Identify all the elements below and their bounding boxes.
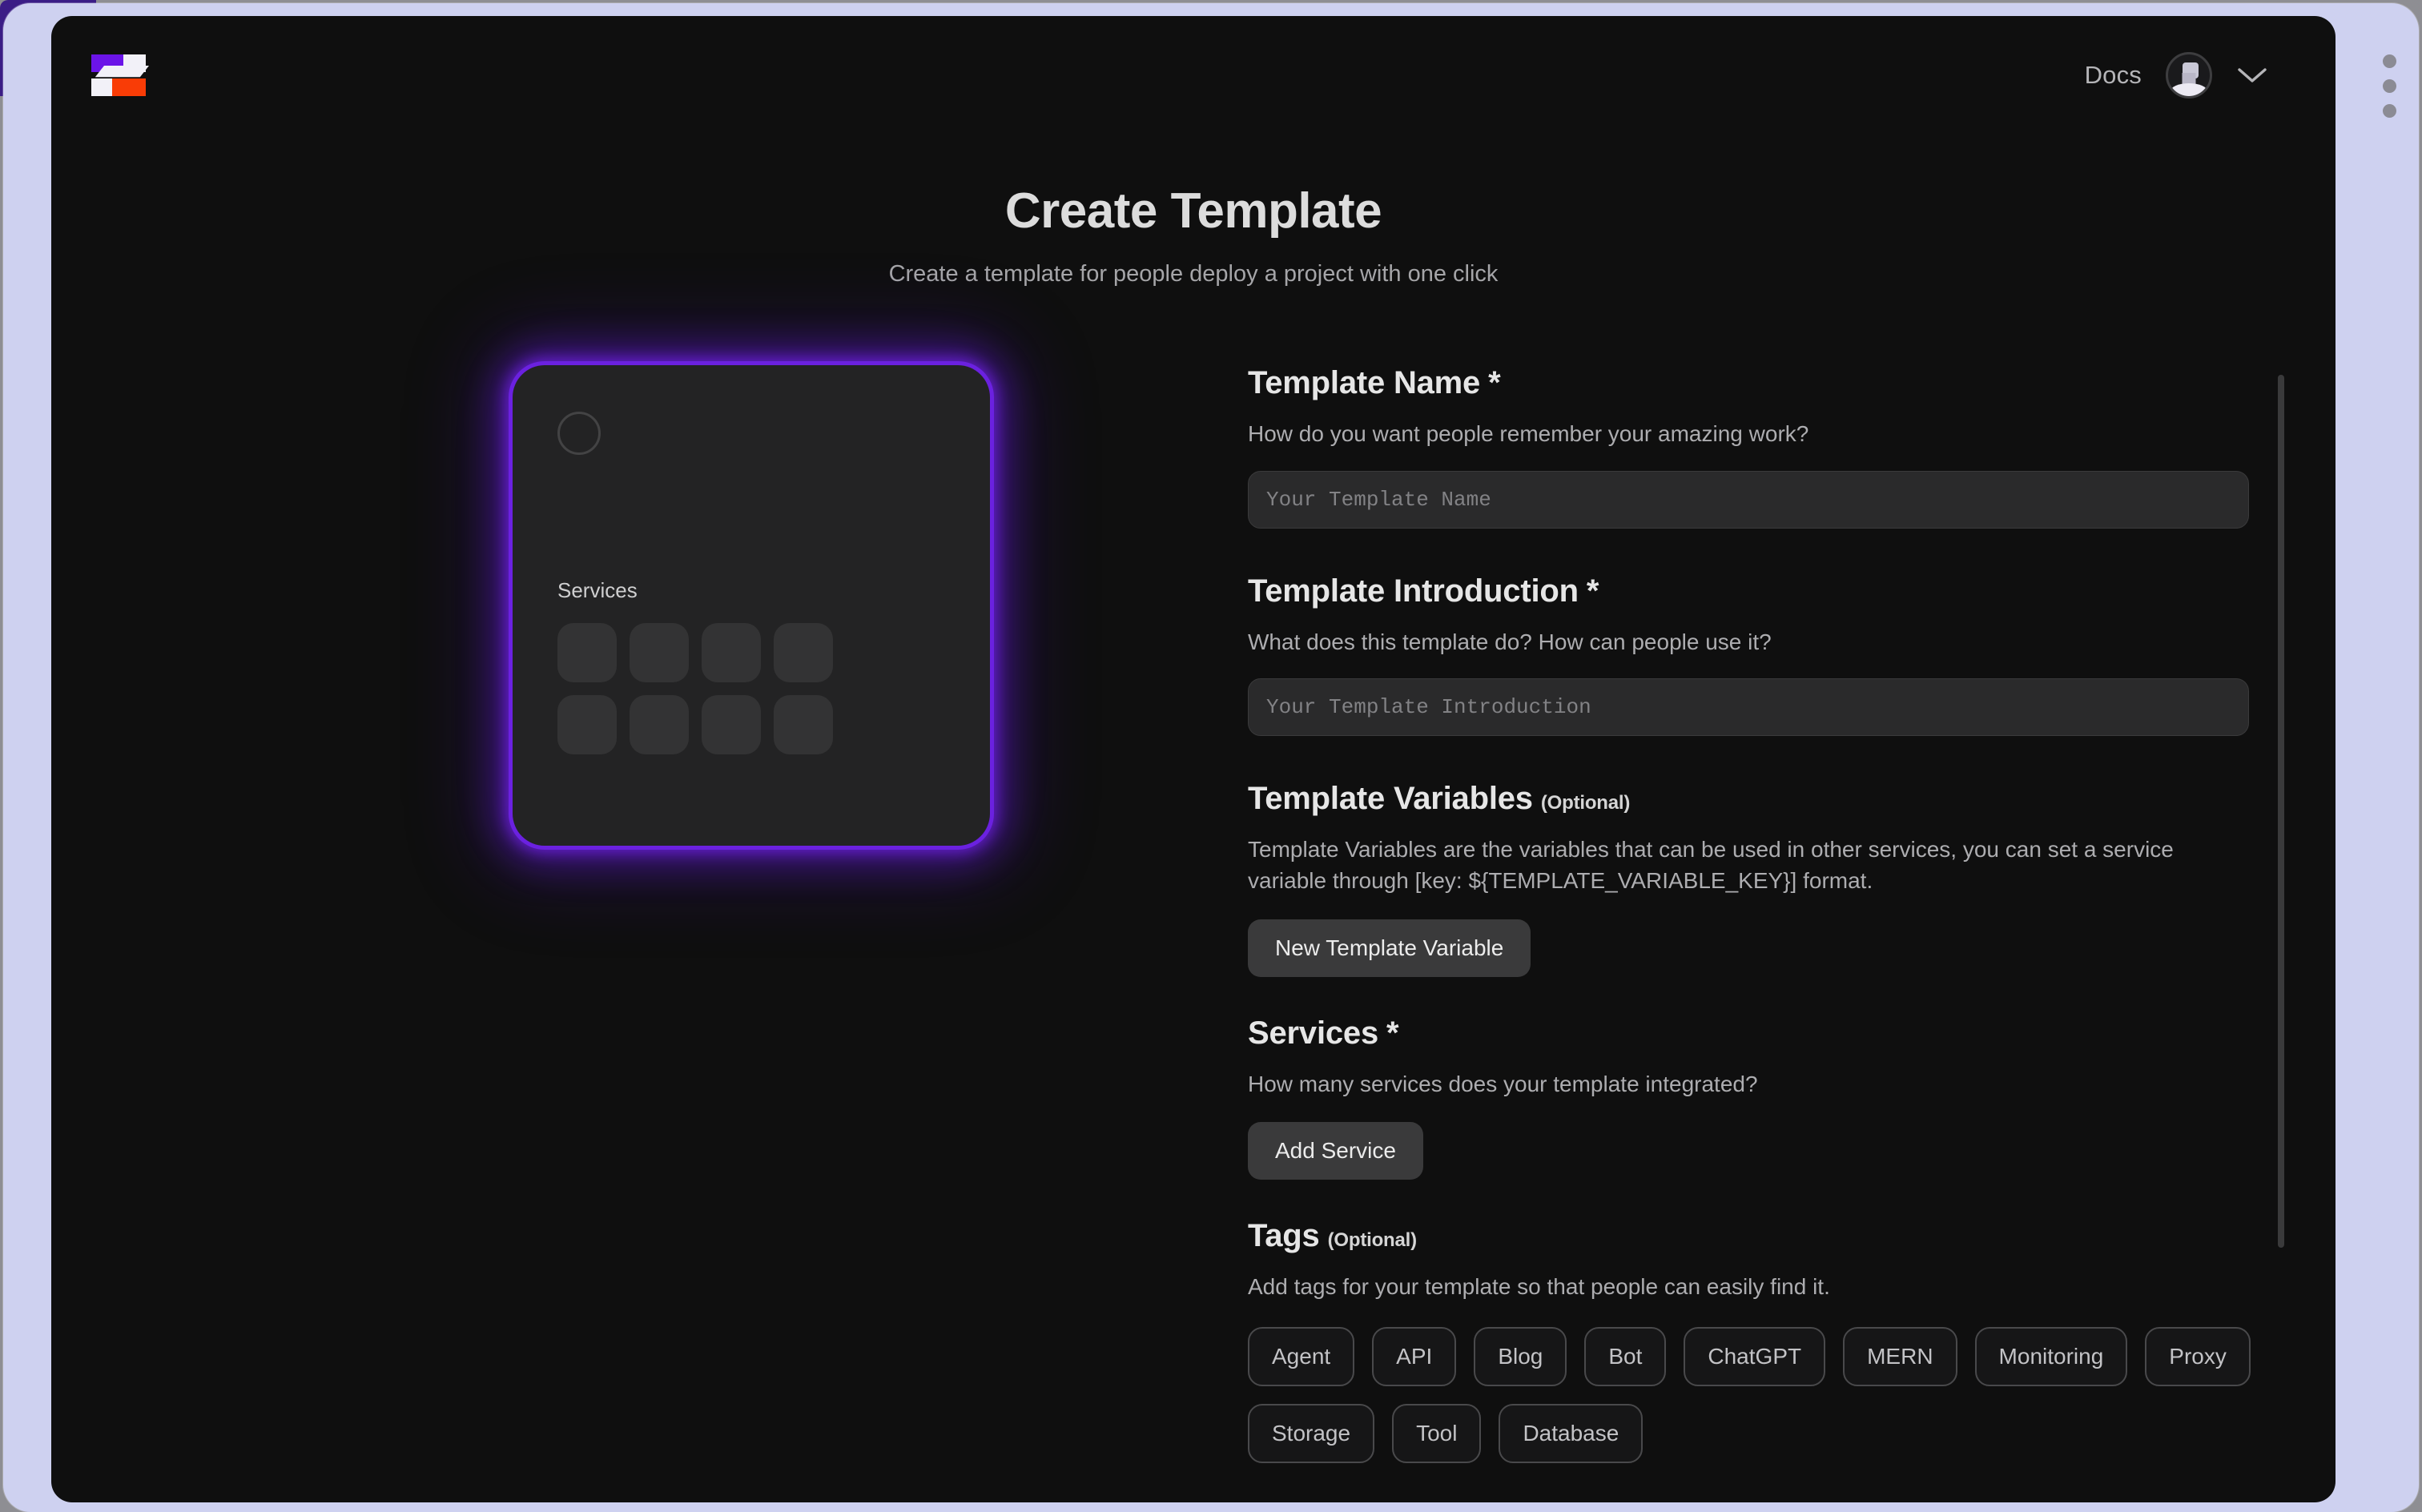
page-title: Create Template xyxy=(1004,183,1382,239)
preview-service-slot xyxy=(774,623,833,682)
new-template-variable-button[interactable]: New Template Variable xyxy=(1248,919,1531,977)
preview-service-slot xyxy=(702,623,761,682)
add-service-button[interactable]: Add Service xyxy=(1248,1122,1423,1180)
docs-link[interactable]: Docs xyxy=(2085,61,2142,90)
logo-block-diagonal xyxy=(95,66,149,78)
tags-description: Add tags for your template so that peopl… xyxy=(1248,1274,1830,1300)
services-description: How many services does your template int… xyxy=(1248,1071,1758,1096)
chevron-down-icon xyxy=(2238,68,2267,82)
form-scrollbar-thumb[interactable] xyxy=(2278,375,2284,1248)
tag-chip[interactable]: Monitoring xyxy=(1974,1326,2128,1386)
preview-service-slot xyxy=(557,623,617,682)
tag-chip[interactable]: MERN xyxy=(1843,1326,1957,1386)
handle-dot xyxy=(2383,79,2396,93)
tag-chip[interactable]: Tool xyxy=(1392,1403,1482,1463)
required-asterisk: * xyxy=(1586,573,1599,609)
tag-chip[interactable]: Bot xyxy=(1584,1326,1667,1386)
template-variables-title: Template Variables xyxy=(1248,781,1533,817)
field-tags: Tags (Optional) Add tags for your templa… xyxy=(1248,1218,2303,1463)
tag-chip[interactable]: Proxy xyxy=(2145,1326,2251,1386)
preview-service-slot xyxy=(630,695,689,754)
template-variables-description: Template Variables are the variables tha… xyxy=(1248,837,2174,893)
template-name-heading: Template Name * xyxy=(1248,365,2303,401)
template-introduction-title: Template Introduction xyxy=(1248,573,1579,609)
desktop-backdrop: Docs Create Template Create a template f… xyxy=(0,0,2422,1512)
handle-dot xyxy=(2383,54,2396,68)
services-title: Services xyxy=(1248,1015,1378,1051)
template-introduction-input[interactable] xyxy=(1248,678,2249,737)
optional-label: (Optional) xyxy=(1327,1229,1418,1252)
handle-dot xyxy=(2383,104,2396,118)
template-introduction-description: What does this template do? How can peop… xyxy=(1248,629,1772,654)
tag-chip[interactable]: ChatGPT xyxy=(1684,1326,1826,1386)
drag-handle-dots-icon[interactable] xyxy=(2383,54,2396,118)
services-heading: Services * xyxy=(1248,1015,2303,1052)
preview-service-slot xyxy=(557,695,617,754)
preview-services-label: Services xyxy=(557,578,638,602)
tag-chip[interactable]: Agent xyxy=(1248,1326,1355,1386)
tag-chip[interactable]: API xyxy=(1372,1326,1457,1386)
app-header: Docs xyxy=(51,16,2336,135)
template-preview: Services xyxy=(513,365,990,846)
template-variables-heading: Template Variables (Optional) xyxy=(1248,781,2303,817)
preview-service-grid xyxy=(557,623,833,754)
tags-title: Tags xyxy=(1248,1218,1320,1254)
field-template-introduction: Template Introduction * What does this t… xyxy=(1248,573,2303,737)
tag-list: Agent API Blog Bot ChatGPT MERN Monitoring Prox… xyxy=(1248,1326,2265,1463)
page-subtitle: Create a template for people deploy a pr… xyxy=(888,261,1499,287)
tag-chip[interactable]: Database xyxy=(1499,1403,1644,1463)
field-template-variables: Template Variables (Optional) Template V… xyxy=(1248,781,2303,977)
account-menu-button[interactable] xyxy=(2236,66,2268,85)
logo-block-orange xyxy=(112,78,146,96)
user-avatar[interactable] xyxy=(2166,52,2212,99)
form-scrollbar[interactable] xyxy=(2278,375,2284,1272)
template-logo-placeholder xyxy=(557,412,601,455)
browser-window-frame: Docs Create Template Create a template f… xyxy=(3,3,2419,1512)
template-name-title: Template Name xyxy=(1248,365,1481,400)
template-name-input[interactable] xyxy=(1248,470,2249,529)
create-template-form: Template Name * How do you want people r… xyxy=(1248,365,2303,1502)
preview-service-slot xyxy=(630,623,689,682)
avatar-shoulders xyxy=(2171,83,2207,96)
field-template-name: Template Name * How do you want people r… xyxy=(1248,365,2303,529)
tag-chip[interactable]: Blog xyxy=(1474,1326,1567,1386)
app-viewport: Docs Create Template Create a template f… xyxy=(51,16,2336,1502)
template-preview-card[interactable]: Services xyxy=(513,365,990,846)
tags-heading: Tags (Optional) xyxy=(1248,1218,2303,1254)
required-asterisk: * xyxy=(1386,1015,1399,1051)
tag-chip[interactable]: Storage xyxy=(1248,1403,1375,1463)
preview-service-slot xyxy=(702,695,761,754)
optional-label: (Optional) xyxy=(1540,792,1631,814)
field-services: Services * How many services does your t… xyxy=(1248,1015,2303,1180)
template-introduction-heading: Template Introduction * xyxy=(1248,573,2303,609)
header-actions: Docs xyxy=(2085,52,2268,99)
required-asterisk: * xyxy=(1488,365,1501,400)
template-name-description: How do you want people remember your ama… xyxy=(1248,421,1809,446)
sealos-logo[interactable] xyxy=(91,54,149,96)
logo-block-white-bottom xyxy=(91,78,112,96)
preview-service-slot xyxy=(774,695,833,754)
